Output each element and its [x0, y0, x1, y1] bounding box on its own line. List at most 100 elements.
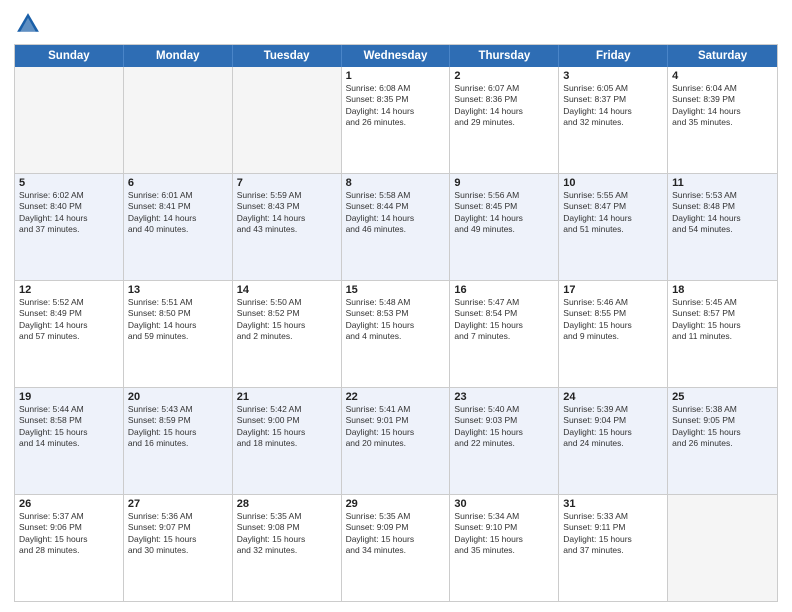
- day-number: 17: [563, 284, 663, 296]
- day-info: Sunrise: 5:55 AM Sunset: 8:47 PM Dayligh…: [563, 190, 663, 236]
- day-number: 8: [346, 177, 446, 189]
- day-info: Sunrise: 5:35 AM Sunset: 9:09 PM Dayligh…: [346, 511, 446, 557]
- day-number: 13: [128, 284, 228, 296]
- day-number: 29: [346, 498, 446, 510]
- day-number: 4: [672, 70, 773, 82]
- calendar-cell-8: 8Sunrise: 5:58 AM Sunset: 8:44 PM Daylig…: [342, 174, 451, 280]
- calendar-cell-11: 11Sunrise: 5:53 AM Sunset: 8:48 PM Dayli…: [668, 174, 777, 280]
- day-info: Sunrise: 5:59 AM Sunset: 8:43 PM Dayligh…: [237, 190, 337, 236]
- day-info: Sunrise: 5:37 AM Sunset: 9:06 PM Dayligh…: [19, 511, 119, 557]
- weekday-header-wednesday: Wednesday: [342, 45, 451, 67]
- calendar-cell-23: 23Sunrise: 5:40 AM Sunset: 9:03 PM Dayli…: [450, 388, 559, 494]
- calendar-cell-15: 15Sunrise: 5:48 AM Sunset: 8:53 PM Dayli…: [342, 281, 451, 387]
- day-info: Sunrise: 5:52 AM Sunset: 8:49 PM Dayligh…: [19, 297, 119, 343]
- calendar-cell-9: 9Sunrise: 5:56 AM Sunset: 8:45 PM Daylig…: [450, 174, 559, 280]
- day-number: 5: [19, 177, 119, 189]
- calendar-row-3: 19Sunrise: 5:44 AM Sunset: 8:58 PM Dayli…: [15, 388, 777, 495]
- calendar-cell-24: 24Sunrise: 5:39 AM Sunset: 9:04 PM Dayli…: [559, 388, 668, 494]
- calendar-cell-2: 2Sunrise: 6:07 AM Sunset: 8:36 PM Daylig…: [450, 67, 559, 173]
- calendar-cell-16: 16Sunrise: 5:47 AM Sunset: 8:54 PM Dayli…: [450, 281, 559, 387]
- calendar-cell-1: 1Sunrise: 6:08 AM Sunset: 8:35 PM Daylig…: [342, 67, 451, 173]
- calendar-row-1: 5Sunrise: 6:02 AM Sunset: 8:40 PM Daylig…: [15, 174, 777, 281]
- calendar-cell-25: 25Sunrise: 5:38 AM Sunset: 9:05 PM Dayli…: [668, 388, 777, 494]
- calendar-cell-19: 19Sunrise: 5:44 AM Sunset: 8:58 PM Dayli…: [15, 388, 124, 494]
- day-number: 1: [346, 70, 446, 82]
- weekday-header-friday: Friday: [559, 45, 668, 67]
- calendar-cell-empty-1: [124, 67, 233, 173]
- day-info: Sunrise: 5:41 AM Sunset: 9:01 PM Dayligh…: [346, 404, 446, 450]
- day-info: Sunrise: 6:07 AM Sunset: 8:36 PM Dayligh…: [454, 83, 554, 129]
- day-number: 22: [346, 391, 446, 403]
- day-number: 24: [563, 391, 663, 403]
- calendar-cell-20: 20Sunrise: 5:43 AM Sunset: 8:59 PM Dayli…: [124, 388, 233, 494]
- day-info: Sunrise: 5:48 AM Sunset: 8:53 PM Dayligh…: [346, 297, 446, 343]
- day-info: Sunrise: 5:35 AM Sunset: 9:08 PM Dayligh…: [237, 511, 337, 557]
- day-number: 20: [128, 391, 228, 403]
- day-number: 14: [237, 284, 337, 296]
- calendar-cell-6: 6Sunrise: 6:01 AM Sunset: 8:41 PM Daylig…: [124, 174, 233, 280]
- day-info: Sunrise: 5:34 AM Sunset: 9:10 PM Dayligh…: [454, 511, 554, 557]
- calendar-cell-22: 22Sunrise: 5:41 AM Sunset: 9:01 PM Dayli…: [342, 388, 451, 494]
- day-number: 10: [563, 177, 663, 189]
- day-number: 3: [563, 70, 663, 82]
- day-info: Sunrise: 6:01 AM Sunset: 8:41 PM Dayligh…: [128, 190, 228, 236]
- day-info: Sunrise: 5:47 AM Sunset: 8:54 PM Dayligh…: [454, 297, 554, 343]
- weekday-header-sunday: Sunday: [15, 45, 124, 67]
- day-number: 27: [128, 498, 228, 510]
- calendar-cell-30: 30Sunrise: 5:34 AM Sunset: 9:10 PM Dayli…: [450, 495, 559, 601]
- day-number: 16: [454, 284, 554, 296]
- day-info: Sunrise: 6:02 AM Sunset: 8:40 PM Dayligh…: [19, 190, 119, 236]
- calendar-row-4: 26Sunrise: 5:37 AM Sunset: 9:06 PM Dayli…: [15, 495, 777, 601]
- calendar-row-0: 1Sunrise: 6:08 AM Sunset: 8:35 PM Daylig…: [15, 67, 777, 174]
- logo-icon: [14, 10, 42, 38]
- day-number: 26: [19, 498, 119, 510]
- day-info: Sunrise: 5:53 AM Sunset: 8:48 PM Dayligh…: [672, 190, 773, 236]
- calendar-cell-17: 17Sunrise: 5:46 AM Sunset: 8:55 PM Dayli…: [559, 281, 668, 387]
- calendar-cell-empty-6: [668, 495, 777, 601]
- logo: [14, 10, 46, 38]
- day-number: 31: [563, 498, 663, 510]
- day-info: Sunrise: 5:44 AM Sunset: 8:58 PM Dayligh…: [19, 404, 119, 450]
- calendar-cell-21: 21Sunrise: 5:42 AM Sunset: 9:00 PM Dayli…: [233, 388, 342, 494]
- calendar-header: SundayMondayTuesdayWednesdayThursdayFrid…: [15, 45, 777, 67]
- calendar-cell-28: 28Sunrise: 5:35 AM Sunset: 9:08 PM Dayli…: [233, 495, 342, 601]
- day-info: Sunrise: 5:56 AM Sunset: 8:45 PM Dayligh…: [454, 190, 554, 236]
- day-number: 11: [672, 177, 773, 189]
- day-number: 25: [672, 391, 773, 403]
- calendar-cell-29: 29Sunrise: 5:35 AM Sunset: 9:09 PM Dayli…: [342, 495, 451, 601]
- day-info: Sunrise: 5:43 AM Sunset: 8:59 PM Dayligh…: [128, 404, 228, 450]
- day-info: Sunrise: 5:46 AM Sunset: 8:55 PM Dayligh…: [563, 297, 663, 343]
- calendar-cell-31: 31Sunrise: 5:33 AM Sunset: 9:11 PM Dayli…: [559, 495, 668, 601]
- day-info: Sunrise: 5:51 AM Sunset: 8:50 PM Dayligh…: [128, 297, 228, 343]
- day-number: 6: [128, 177, 228, 189]
- day-info: Sunrise: 5:36 AM Sunset: 9:07 PM Dayligh…: [128, 511, 228, 557]
- calendar-cell-26: 26Sunrise: 5:37 AM Sunset: 9:06 PM Dayli…: [15, 495, 124, 601]
- day-info: Sunrise: 5:38 AM Sunset: 9:05 PM Dayligh…: [672, 404, 773, 450]
- day-number: 21: [237, 391, 337, 403]
- weekday-header-monday: Monday: [124, 45, 233, 67]
- day-number: 28: [237, 498, 337, 510]
- day-number: 19: [19, 391, 119, 403]
- calendar-cell-4: 4Sunrise: 6:04 AM Sunset: 8:39 PM Daylig…: [668, 67, 777, 173]
- day-number: 9: [454, 177, 554, 189]
- day-info: Sunrise: 6:05 AM Sunset: 8:37 PM Dayligh…: [563, 83, 663, 129]
- weekday-header-tuesday: Tuesday: [233, 45, 342, 67]
- calendar-cell-27: 27Sunrise: 5:36 AM Sunset: 9:07 PM Dayli…: [124, 495, 233, 601]
- day-info: Sunrise: 5:58 AM Sunset: 8:44 PM Dayligh…: [346, 190, 446, 236]
- calendar-cell-3: 3Sunrise: 6:05 AM Sunset: 8:37 PM Daylig…: [559, 67, 668, 173]
- calendar-cell-13: 13Sunrise: 5:51 AM Sunset: 8:50 PM Dayli…: [124, 281, 233, 387]
- day-number: 23: [454, 391, 554, 403]
- calendar-cell-12: 12Sunrise: 5:52 AM Sunset: 8:49 PM Dayli…: [15, 281, 124, 387]
- calendar-row-2: 12Sunrise: 5:52 AM Sunset: 8:49 PM Dayli…: [15, 281, 777, 388]
- calendar-cell-14: 14Sunrise: 5:50 AM Sunset: 8:52 PM Dayli…: [233, 281, 342, 387]
- calendar-cell-5: 5Sunrise: 6:02 AM Sunset: 8:40 PM Daylig…: [15, 174, 124, 280]
- day-number: 30: [454, 498, 554, 510]
- day-number: 2: [454, 70, 554, 82]
- calendar-cell-empty-2: [233, 67, 342, 173]
- calendar-body: 1Sunrise: 6:08 AM Sunset: 8:35 PM Daylig…: [15, 67, 777, 601]
- day-number: 15: [346, 284, 446, 296]
- day-info: Sunrise: 5:50 AM Sunset: 8:52 PM Dayligh…: [237, 297, 337, 343]
- day-info: Sunrise: 6:08 AM Sunset: 8:35 PM Dayligh…: [346, 83, 446, 129]
- calendar-cell-18: 18Sunrise: 5:45 AM Sunset: 8:57 PM Dayli…: [668, 281, 777, 387]
- calendar-cell-empty-0: [15, 67, 124, 173]
